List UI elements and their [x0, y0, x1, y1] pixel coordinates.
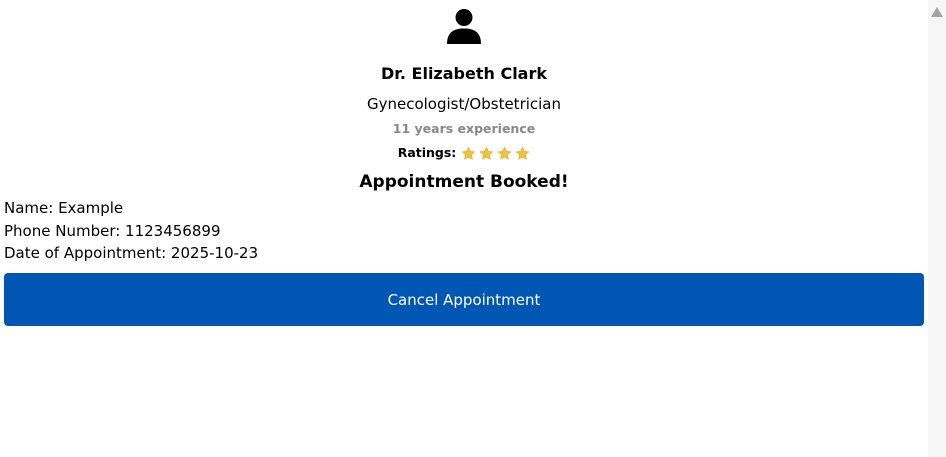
cancel-appointment-button[interactable]: Cancel Appointment: [4, 273, 924, 326]
patient-name: Name: Example: [4, 199, 124, 217]
user-icon: [447, 9, 481, 44]
star-icon: [516, 146, 530, 160]
rating-stars: [461, 146, 530, 161]
doctor-experience: 11 years experience: [392, 121, 536, 136]
scroll-up-arrow-icon[interactable]: [931, 7, 943, 17]
vertical-scrollbar[interactable]: [928, 0, 946, 457]
star-icon: [498, 146, 512, 160]
appointment-booked-title: Appointment Booked!: [359, 172, 569, 192]
doctor-specialty: Gynecologist/Obstetrician: [366, 95, 562, 113]
appointment-details: Name: Example Phone Number: 1123456899 D…: [4, 197, 258, 265]
ratings-label: Ratings:: [397, 145, 457, 160]
star-icon: [480, 146, 494, 160]
doctor-card: Dr. Elizabeth Clark Gynecologist/Obstetr…: [0, 0, 928, 457]
appointment-date: Date of Appointment: 2025-10-23: [4, 244, 259, 262]
page: Dr. Elizabeth Clark Gynecologist/Obstetr…: [0, 0, 946, 457]
patient-phone: Phone Number: 1123456899: [4, 221, 221, 240]
ratings-row: Ratings:: [0, 145, 928, 161]
doctor-name: Dr. Elizabeth Clark: [380, 64, 547, 83]
star-icon: [462, 146, 476, 160]
